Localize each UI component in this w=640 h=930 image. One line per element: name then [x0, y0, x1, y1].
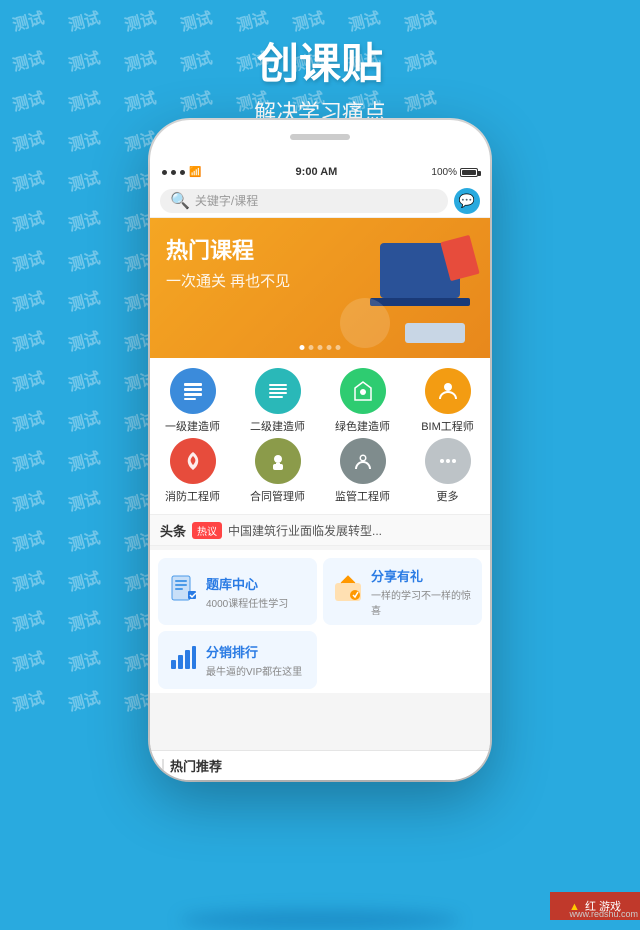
bottom-bar: 热门推荐 — [150, 750, 490, 780]
cat-label-more: 更多 — [437, 488, 459, 504]
corner-badge: ▲ 红 游戏 www.redshu.com — [550, 892, 640, 920]
signal-dot-3 — [180, 170, 185, 175]
category-item-3[interactable]: 绿色建造师 — [328, 368, 398, 434]
banner-dot-2[interactable] — [309, 345, 314, 350]
cat-label-4: BIM工程师 — [421, 418, 474, 434]
cat-icon-5 — [170, 438, 216, 484]
cat-icon-7 — [340, 438, 386, 484]
feature-card-tiku-icon — [168, 573, 198, 610]
cat-label-6: 合同管理师 — [250, 488, 305, 504]
cat-icon-4 — [425, 368, 471, 414]
cat-icon-3 — [340, 368, 386, 414]
category-row-1: 一级建造师 二级建造师 — [150, 368, 490, 434]
signal-dot-2 — [171, 170, 176, 175]
banner-text: 热门课程 一次通关 再也不见 — [166, 238, 290, 291]
search-bar: 🔍 关键字/课程 💬 — [150, 184, 490, 218]
battery-percent: 100% — [431, 167, 457, 178]
banner-circle-deco — [340, 298, 390, 348]
chat-icon[interactable]: 💬 — [454, 188, 480, 214]
search-placeholder: 关键字/课程 — [195, 192, 258, 209]
phone-shadow — [180, 910, 460, 930]
feature-card-share-icon — [333, 573, 363, 610]
corner-url: www.redshu.com — [569, 909, 638, 919]
banner-dot-3[interactable] — [318, 345, 323, 350]
banner-dots — [300, 345, 341, 350]
phone-frame: 📶 9:00 AM 100% 🔍 关键字/课程 💬 热门课程 — [150, 120, 490, 780]
banner-dot-1[interactable] — [300, 345, 305, 350]
ticker-head-label: 头条 — [160, 521, 186, 540]
battery-icon — [460, 168, 478, 177]
app-title-area: 创课贴 解决学习痛点 — [0, 30, 640, 127]
feature-cards-section: 题库中心 4000课程任性学习 分享有礼 一样的学习不一样的惊喜 — [150, 550, 490, 693]
news-ticker[interactable]: 头条 热议 中国建筑行业面临发展转型... — [150, 514, 490, 546]
status-bar: 📶 9:00 AM 100% — [150, 160, 490, 184]
categories-section: 一级建造师 二级建造师 — [150, 358, 490, 514]
status-signal: 📶 — [162, 167, 201, 178]
category-item-more[interactable]: 更多 — [413, 438, 483, 504]
status-time: 9:00 AM — [296, 166, 338, 178]
status-battery-area: 100% — [431, 167, 478, 178]
banner-dot-4[interactable] — [327, 345, 332, 350]
app-title: 创课贴 — [0, 30, 640, 91]
category-item-2[interactable]: 二级建造师 — [243, 368, 313, 434]
phone-screen: 📶 9:00 AM 100% 🔍 关键字/课程 💬 热门课程 — [150, 160, 490, 780]
cat-label-1: 一级建造师 — [165, 418, 220, 434]
search-input-container[interactable]: 🔍 关键字/课程 — [160, 189, 448, 213]
banner[interactable]: 热门课程 一次通关 再也不见 — [150, 218, 490, 358]
tiku-title: 题库中心 — [206, 574, 288, 593]
cat-icon-more — [425, 438, 471, 484]
search-icon: 🔍 — [170, 191, 190, 211]
wifi-icon: 📶 — [189, 167, 201, 178]
feature-card-distribute-icon — [168, 642, 198, 679]
category-item-5[interactable]: 消防工程师 — [158, 438, 228, 504]
bottom-nav-label: 热门推荐 — [170, 756, 222, 775]
category-item-4[interactable]: BIM工程师 — [413, 368, 483, 434]
bottom-divider — [162, 759, 164, 773]
cat-icon-2 — [255, 368, 301, 414]
cat-label-2: 二级建造师 — [250, 418, 305, 434]
banner-dot-5[interactable] — [336, 345, 341, 350]
distribute-desc: 最牛逼的VIP都在这里 — [206, 663, 302, 678]
tiku-desc: 4000课程任性学习 — [206, 595, 288, 610]
feature-card-share-text: 分享有礼 一样的学习不一样的惊喜 — [371, 566, 472, 617]
banner-decoration — [330, 218, 490, 358]
feature-card-distribute-text: 分销排行 最牛逼的VIP都在这里 — [206, 642, 302, 678]
cat-label-3: 绿色建造师 — [335, 418, 390, 434]
signal-dot-1 — [162, 170, 167, 175]
cat-icon-6 — [255, 438, 301, 484]
category-item-7[interactable]: 监管工程师 — [328, 438, 398, 504]
banner-keyboard-deco — [405, 323, 465, 343]
phone-speaker — [290, 134, 350, 140]
cat-label-5: 消防工程师 — [165, 488, 220, 504]
ticker-hot-badge: 热议 — [192, 522, 222, 539]
feature-card-share[interactable]: 分享有礼 一样的学习不一样的惊喜 — [323, 558, 482, 625]
distribute-title: 分销排行 — [206, 642, 302, 661]
ticker-text: 中国建筑行业面临发展转型... — [228, 522, 480, 539]
cat-icon-1 — [170, 368, 216, 414]
share-title: 分享有礼 — [371, 566, 472, 585]
banner-subtitle: 一次通关 再也不见 — [166, 270, 290, 291]
cat-label-7: 监管工程师 — [335, 488, 390, 504]
feature-card-tiku-text: 题库中心 4000课程任性学习 — [206, 574, 288, 610]
feature-card-tiku[interactable]: 题库中心 4000课程任性学习 — [158, 558, 317, 625]
category-row-2: 消防工程师 合同管理师 — [150, 438, 490, 504]
category-item-1[interactable]: 一级建造师 — [158, 368, 228, 434]
share-desc: 一样的学习不一样的惊喜 — [371, 587, 472, 617]
category-item-6[interactable]: 合同管理师 — [243, 438, 313, 504]
banner-title: 热门课程 — [166, 238, 290, 264]
feature-card-distribute[interactable]: 分销排行 最牛逼的VIP都在这里 — [158, 631, 317, 689]
